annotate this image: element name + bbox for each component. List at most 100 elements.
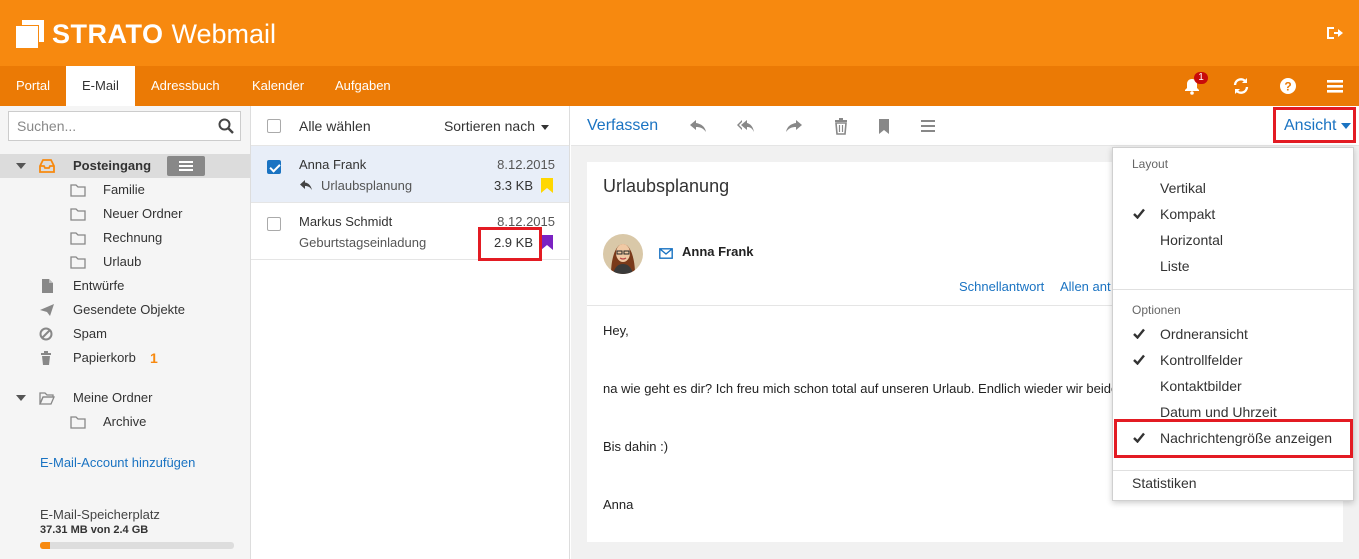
folder-spam[interactable]: Spam xyxy=(0,322,250,346)
message-list-header: Alle wählen Sortieren nach xyxy=(251,106,569,146)
mail-body-line: Bis dahin :) xyxy=(603,439,669,454)
menu-item-kontrollfelder[interactable]: Kontrollfelder xyxy=(1113,347,1353,373)
logo-brand: STRATO xyxy=(52,18,164,49)
menu-item-label: Vertikal xyxy=(1160,180,1206,196)
search-input[interactable] xyxy=(9,112,209,140)
message-subject: Geburtstagseinladung xyxy=(299,235,427,250)
menu-item-ordneransicht[interactable]: Ordneransicht xyxy=(1113,321,1353,347)
folder-options-button[interactable] xyxy=(167,156,205,176)
collapse-caret-icon[interactable] xyxy=(16,395,26,401)
compose-button[interactable]: Verfassen xyxy=(587,117,658,135)
storage-label: E-Mail-Speicherplatz xyxy=(40,507,160,522)
refresh-button[interactable] xyxy=(1221,66,1261,106)
bookmark-icon[interactable] xyxy=(875,117,893,135)
menu-item-vertikal[interactable]: Vertikal xyxy=(1113,175,1353,201)
checkmark-icon xyxy=(1133,354,1145,365)
message-sender: Markus Schmidt xyxy=(299,214,393,229)
message-sender: Anna Frank xyxy=(299,157,367,172)
menu-item-kompakt[interactable]: Kompakt xyxy=(1113,201,1353,227)
forward-icon[interactable] xyxy=(785,117,803,135)
mail-subject: Urlaubsplanung xyxy=(603,176,730,196)
reply-all-icon[interactable] xyxy=(737,117,755,135)
folder-icon xyxy=(70,184,86,197)
refresh-icon xyxy=(1233,78,1249,94)
select-all-checkbox[interactable] xyxy=(267,119,281,133)
menu-item-label: Ordneransicht xyxy=(1160,326,1248,342)
folder-urlaub[interactable]: Urlaub xyxy=(0,250,250,274)
folder-rechnung[interactable]: Rechnung xyxy=(0,226,250,250)
reader-toolbar: Verfassen Ansicht xyxy=(571,106,1359,146)
size-highlight-box xyxy=(478,227,542,261)
folder-sent[interactable]: Gesendete Objekte xyxy=(0,298,250,322)
folder-archive[interactable]: Archive xyxy=(0,410,250,434)
menu-divider xyxy=(1113,289,1353,290)
message-row[interactable]: Anna Frank 8.12.2015 Urlaubsplanung 3.3 … xyxy=(251,146,569,203)
folder-icon xyxy=(70,232,86,245)
bookmark-flag-icon[interactable] xyxy=(541,178,553,193)
folder-my-folders[interactable]: Meine Ordner xyxy=(0,386,250,410)
folder-inbox[interactable]: Posteingang xyxy=(0,154,250,178)
menu-item-label: Kompakt xyxy=(1160,206,1216,222)
folder-neuer-ordner[interactable]: Neuer Ordner xyxy=(0,202,250,226)
search-icon[interactable] xyxy=(218,118,234,134)
folder-label: Urlaub xyxy=(103,254,142,269)
add-account-link[interactable]: E-Mail-Account hinzufügen xyxy=(40,455,195,470)
storage-progress-fill xyxy=(40,542,50,549)
menu-item-horizontal[interactable]: Horizontal xyxy=(1113,227,1353,253)
reply-all-link[interactable]: Allen ant xyxy=(1060,279,1111,294)
menu-item-label: Kontrollfelder xyxy=(1160,352,1243,368)
strato-logo-icon xyxy=(16,20,44,48)
nav-email[interactable]: E-Mail xyxy=(66,66,135,106)
nav-adressbuch[interactable]: Adressbuch xyxy=(135,66,236,106)
folder-label: Meine Ordner xyxy=(73,390,153,405)
checkmark-icon xyxy=(1133,208,1145,219)
header-bar: STRATO Webmail xyxy=(0,0,1359,66)
folder-label: Gesendete Objekte xyxy=(73,302,186,317)
layout-section-heading: Layout xyxy=(1132,157,1169,171)
folder-familie[interactable]: Familie xyxy=(0,178,250,202)
svg-text:?: ? xyxy=(1284,80,1291,94)
folder-drafts[interactable]: Entwürfe xyxy=(0,274,250,298)
more-menu-icon[interactable] xyxy=(919,117,937,135)
replied-icon xyxy=(300,180,312,190)
message-date: 8.12.2015 xyxy=(497,157,555,172)
reply-icon[interactable] xyxy=(689,117,707,135)
notification-badge: 1 xyxy=(1194,72,1208,84)
main-nav: Portal E-Mail Adressbuch Kalender Aufgab… xyxy=(0,66,1359,106)
quick-reply-link[interactable]: Schnellantwort xyxy=(959,279,1044,294)
folder-trash[interactable]: Papierkorb 1 xyxy=(0,346,250,370)
sender-name[interactable]: Anna Frank xyxy=(682,244,754,259)
folder-icon xyxy=(70,208,86,221)
notifications-button[interactable]: 1 xyxy=(1172,66,1212,106)
envelope-icon xyxy=(659,248,673,259)
menu-item-liste[interactable]: Liste xyxy=(1113,253,1353,279)
message-checkbox[interactable] xyxy=(267,217,281,231)
storage-value: 37.31 MB von 2.4 GB xyxy=(40,524,149,536)
collapse-caret-icon[interactable] xyxy=(16,163,26,169)
unread-count: 1 xyxy=(150,350,158,366)
menu-item-kontaktbilder[interactable]: Kontaktbilder xyxy=(1113,373,1353,399)
bookmark-flag-icon[interactable] xyxy=(541,235,553,250)
folder-label: Archive xyxy=(103,414,147,429)
menu-item-statistics[interactable]: Statistiken xyxy=(1113,470,1353,496)
nav-kalender[interactable]: Kalender xyxy=(236,66,320,106)
folder-label: Neuer Ordner xyxy=(103,206,183,221)
select-all-label[interactable]: Alle wählen xyxy=(299,118,371,134)
message-subject: Urlaubsplanung xyxy=(321,178,413,193)
help-button[interactable]: ? xyxy=(1268,66,1308,106)
delete-icon[interactable] xyxy=(832,117,850,135)
checkmark-icon xyxy=(1133,328,1145,339)
nav-aufgaben[interactable]: Aufgaben xyxy=(319,66,407,106)
folder-sidebar: Posteingang Familie Neuer Ordner Rechnun… xyxy=(0,106,251,559)
main-menu-button[interactable] xyxy=(1315,66,1355,106)
strato-logo[interactable]: STRATO Webmail xyxy=(16,18,276,50)
open-folder-icon xyxy=(39,392,55,405)
menu-item-label: Kontaktbilder xyxy=(1160,378,1242,394)
sort-dropdown[interactable]: Sortieren nach xyxy=(444,118,549,134)
message-checkbox[interactable] xyxy=(267,160,281,174)
help-icon: ? xyxy=(1280,78,1296,94)
logout-icon[interactable] xyxy=(1325,24,1343,42)
nav-portal[interactable]: Portal xyxy=(0,66,66,106)
menu-item-label: Horizontal xyxy=(1160,232,1224,248)
menu-icon xyxy=(1327,80,1343,93)
